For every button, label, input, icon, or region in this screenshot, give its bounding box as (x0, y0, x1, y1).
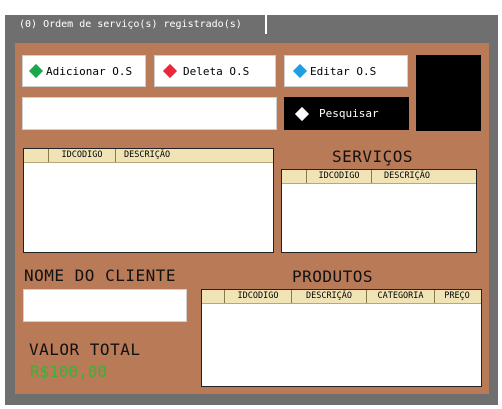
edit-os-label: Editar O.S (310, 64, 377, 78)
search-label: Pesquisar (319, 107, 379, 120)
search-button[interactable]: Pesquisar (284, 97, 409, 130)
services-table-header: IDCODIGO DESCRIÇÃO (282, 170, 476, 184)
add-os-label: Adicionar O.S (46, 64, 133, 78)
column-header-blank (282, 170, 307, 183)
image-preview-box (416, 55, 481, 131)
products-table[interactable]: IDCODIGO DESCRIÇÃO CATEGORIA PREÇO (201, 289, 482, 387)
column-header-blank (202, 290, 225, 303)
total-value-amount: R$100,00 (30, 362, 108, 381)
total-value-title: VALOR TOTAL (29, 340, 141, 359)
add-os-button[interactable]: Adicionar O.S (22, 55, 146, 87)
search-input[interactable] (22, 97, 277, 130)
services-title: SERVIÇOS (332, 147, 414, 166)
products-table-header: IDCODIGO DESCRIÇÃO CATEGORIA PREÇO (202, 290, 481, 304)
services-table[interactable]: IDCODIGO DESCRIÇÃO (281, 169, 477, 253)
column-header-categoria[interactable]: CATEGORIA (367, 290, 435, 303)
column-header-idcodigo[interactable]: IDCODIGO (307, 170, 372, 183)
delete-os-button[interactable]: Deleta O.S (154, 55, 276, 87)
tab-separator (265, 15, 267, 34)
column-header-descricao[interactable]: DESCRIÇÃO (116, 149, 188, 162)
tab-os-registered[interactable]: (0) Ordem de serviço(s) registrado(s) (15, 15, 266, 34)
blue-diamond-icon (292, 63, 308, 79)
column-header-idcodigo[interactable]: IDCODIGO (225, 290, 292, 303)
column-header-descricao[interactable]: DESCRIÇÃO (292, 290, 367, 303)
column-header-blank (24, 149, 49, 162)
column-header-idcodigo[interactable]: IDCODIGO (49, 149, 116, 162)
os-table[interactable]: IDCODIGO DESCRIÇÃO (23, 148, 274, 253)
column-header-descricao[interactable]: DESCRIÇÃO (372, 170, 442, 183)
green-diamond-icon (28, 63, 44, 79)
os-table-header: IDCODIGO DESCRIÇÃO (24, 149, 273, 163)
edit-os-button[interactable]: Editar O.S (284, 55, 408, 87)
column-header-preco[interactable]: PREÇO (435, 290, 479, 303)
delete-os-label: Deleta O.S (183, 64, 250, 78)
client-name-input[interactable] (23, 289, 187, 322)
client-name-title: NOME DO CLIENTE (24, 266, 176, 285)
white-diamond-icon (294, 106, 310, 121)
red-diamond-icon (162, 63, 178, 79)
products-title: PRODUTOS (292, 267, 374, 286)
